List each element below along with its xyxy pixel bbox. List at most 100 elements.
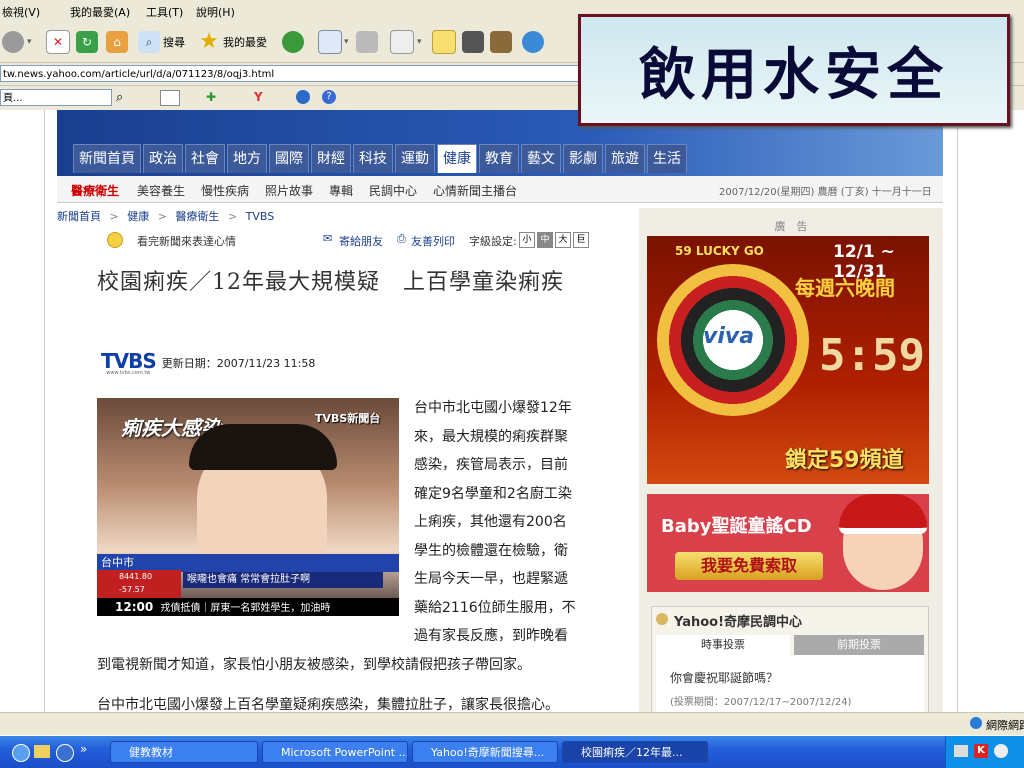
tvbs-logo-url: www.tvbs.com.tw xyxy=(106,369,151,376)
taskbar-item-yahoo-search[interactable]: Yahoo!奇摩新聞搜尋... xyxy=(412,741,558,763)
nav-tab[interactable]: 運動 xyxy=(395,144,435,173)
history-button[interactable] xyxy=(282,28,304,56)
refresh-icon: ↻ xyxy=(76,31,98,53)
font-size-label: 字級設定: xyxy=(469,235,517,248)
subnav-item-medical[interactable]: 醫療衛生 xyxy=(71,182,119,199)
nav-tab[interactable]: 藝文 xyxy=(521,144,561,173)
mood-link[interactable]: 看完新聞來表達心情 xyxy=(137,233,236,249)
nav-tab[interactable]: 國際 xyxy=(269,144,309,173)
poll-tab-current[interactable]: 時事投票 xyxy=(656,635,790,655)
toolbar-search-input[interactable]: 頁... xyxy=(0,89,112,106)
subnav-item-chronic[interactable]: 慢性疾病 xyxy=(201,182,249,199)
poll-box: Yahoo!奇摩民調中心 時事投票 前期投票 你會慶祝耶誕節嗎？ (投票期間：2… xyxy=(651,606,929,712)
breadcrumb-medical[interactable]: 醫療衛生 xyxy=(175,210,219,223)
globe-icon[interactable] xyxy=(296,90,310,104)
menu-view[interactable]: 檢視(V) xyxy=(2,4,40,20)
nav-tab[interactable]: 政治 xyxy=(143,144,183,173)
subnav-item-beauty[interactable]: 美容養生 xyxy=(137,182,185,199)
discuss-button[interactable] xyxy=(432,28,456,56)
subnav-item-special[interactable]: 專輯 xyxy=(329,182,353,199)
roulette-wheel: viva xyxy=(657,264,809,416)
k-tray-icon[interactable]: K xyxy=(974,744,988,758)
nav-tab[interactable]: 生活 xyxy=(647,144,687,173)
sub-nav: 醫療衛生 美容養生 慢性疾病 照片故事 專輯 民調中心 心情新聞主播台 2007… xyxy=(57,176,943,203)
home-icon: ⌂ xyxy=(106,31,128,53)
research-button[interactable] xyxy=(490,28,512,56)
poll-question[interactable]: 你會慶祝耶誕節嗎？ xyxy=(670,669,778,686)
subnav-item-polls[interactable]: 民調中心 xyxy=(369,182,417,199)
nav-tab[interactable]: 教育 xyxy=(479,144,519,173)
article-line: 台中市北屯國小爆發12年 xyxy=(414,400,572,416)
nav-tab[interactable]: 地方 xyxy=(227,144,267,173)
menu-tools[interactable]: 工具(T) xyxy=(146,4,183,20)
poll-tab-previous[interactable]: 前期投票 xyxy=(794,635,924,655)
breadcrumb-tvbs[interactable]: TVBS xyxy=(246,210,275,223)
font-small-button[interactable]: 小 xyxy=(519,232,535,248)
font-large-button[interactable]: 大 xyxy=(555,232,571,248)
update-time: 更新日期：2007/11/23 11:58 xyxy=(161,357,316,370)
viva-logo: viva xyxy=(703,324,755,349)
edit-button[interactable]: ▾ xyxy=(390,28,422,56)
breadcrumb-home[interactable]: 新聞首頁 xyxy=(57,210,101,223)
taskbar-item-folder[interactable]: 健教教材 xyxy=(110,741,258,763)
lottery-ad[interactable]: viva 59 LUCKY GO 12/1 ~ 12/31 每週六晚間 5:59… xyxy=(647,236,929,484)
nav-tab[interactable]: 新聞首頁 xyxy=(73,144,141,173)
article-body: 台中市北屯國小爆發12年 來，最大規模的痢疾群聚 感染，疾管局表示，目前 確定9… xyxy=(97,394,595,712)
nav-tab[interactable]: 財經 xyxy=(311,144,351,173)
send-to-friend-link[interactable]: 寄給朋友 xyxy=(339,233,383,249)
baby-cd-ad[interactable]: Baby聖誕童謠CD 我要免費索取 xyxy=(647,494,929,592)
nav-tab[interactable]: 影劇 xyxy=(563,144,603,173)
messenger-button[interactable] xyxy=(462,28,484,56)
folder-icon[interactable] xyxy=(34,745,50,758)
article-tools: 看完新聞來表達心情 ✉ 寄給朋友 ⎙ 友善列印 字級設定: 小 中 大 巨 xyxy=(105,232,635,250)
taskbar-item-article[interactable]: 校園痢疾／12年最... xyxy=(562,741,708,763)
subnav-item-mood[interactable]: 心情新聞主播台 xyxy=(433,182,517,199)
slide-title: 飲用水安全 xyxy=(639,41,949,108)
nav-tab[interactable]: 社會 xyxy=(185,144,225,173)
keyboard-icon[interactable] xyxy=(954,745,968,757)
nav-tab[interactable]: 旅遊 xyxy=(605,144,645,173)
help-icon[interactable]: ? xyxy=(322,90,336,104)
stop-button[interactable]: ✕ xyxy=(46,28,70,56)
page-container: 新聞首頁 政治 社會 地方 國際 財經 科技 運動 健康 教育 藝文 影劇 旅遊 生活 醫療衛生 美容養生… xyxy=(44,110,958,712)
edit-icon xyxy=(390,30,414,54)
article-line: 生局今天一早，也趕緊遞 xyxy=(414,571,568,587)
font-huge-button[interactable]: 巨 xyxy=(573,232,589,248)
poll-title: Yahoo!奇摩民調中心 xyxy=(674,615,803,630)
refresh-button[interactable]: ↻ xyxy=(76,28,98,56)
nav-tab[interactable]: 科技 xyxy=(353,144,393,173)
ad-channel: 鎖定59頻道 xyxy=(785,448,904,473)
nav-tab[interactable]: 健康 xyxy=(437,144,477,173)
slide-title-box: 飲用水安全 xyxy=(578,14,1010,126)
menu-favorites[interactable]: 我的最愛(A) xyxy=(70,4,130,20)
outlook-icon[interactable] xyxy=(56,744,74,762)
ad2-cta-button[interactable]: 我要免費索取 xyxy=(675,552,823,580)
zone-label: 網際網路 xyxy=(986,719,1024,732)
ad-time: 5:59 xyxy=(819,330,925,381)
search-button[interactable]: ⌕ 搜尋 xyxy=(138,28,185,56)
mail-icon: ✉ xyxy=(323,232,333,245)
search-go-icon[interactable]: ⌕ xyxy=(116,90,123,105)
forward-button[interactable]: ▾ xyxy=(2,28,32,56)
taskbar-item-powerpoint[interactable]: Microsoft PowerPoint ... xyxy=(262,741,408,763)
window-icon[interactable] xyxy=(160,90,180,106)
menu-help[interactable]: 說明(H) xyxy=(196,4,235,20)
ie-icon[interactable] xyxy=(12,744,30,762)
favorites-button[interactable]: ★ 我的最愛 xyxy=(198,28,267,56)
ad-label: 廣 告 xyxy=(774,220,808,233)
font-medium-button[interactable]: 中 xyxy=(537,232,553,248)
research-icon xyxy=(490,31,512,53)
subnav-item-photos[interactable]: 照片故事 xyxy=(265,182,313,199)
smiley-icon xyxy=(107,232,123,248)
plus-icon[interactable]: ✚ xyxy=(206,90,216,104)
print-link[interactable]: 友善列印 xyxy=(411,233,455,249)
article-line: 到電視新聞才知道，家長怕小朋友被感染，到學校請假把孩子帶回家。 xyxy=(97,656,531,673)
msn-button[interactable] xyxy=(522,28,544,56)
print-button[interactable] xyxy=(356,28,378,56)
quicklaunch-chevron-icon[interactable]: » xyxy=(80,742,87,756)
volume-icon[interactable] xyxy=(994,744,1008,758)
mail-button[interactable]: ▾ xyxy=(318,28,349,56)
breadcrumb-health[interactable]: 健康 xyxy=(127,210,149,223)
home-button[interactable]: ⌂ xyxy=(106,28,128,56)
yahoo-y-icon[interactable]: Y xyxy=(254,90,263,104)
